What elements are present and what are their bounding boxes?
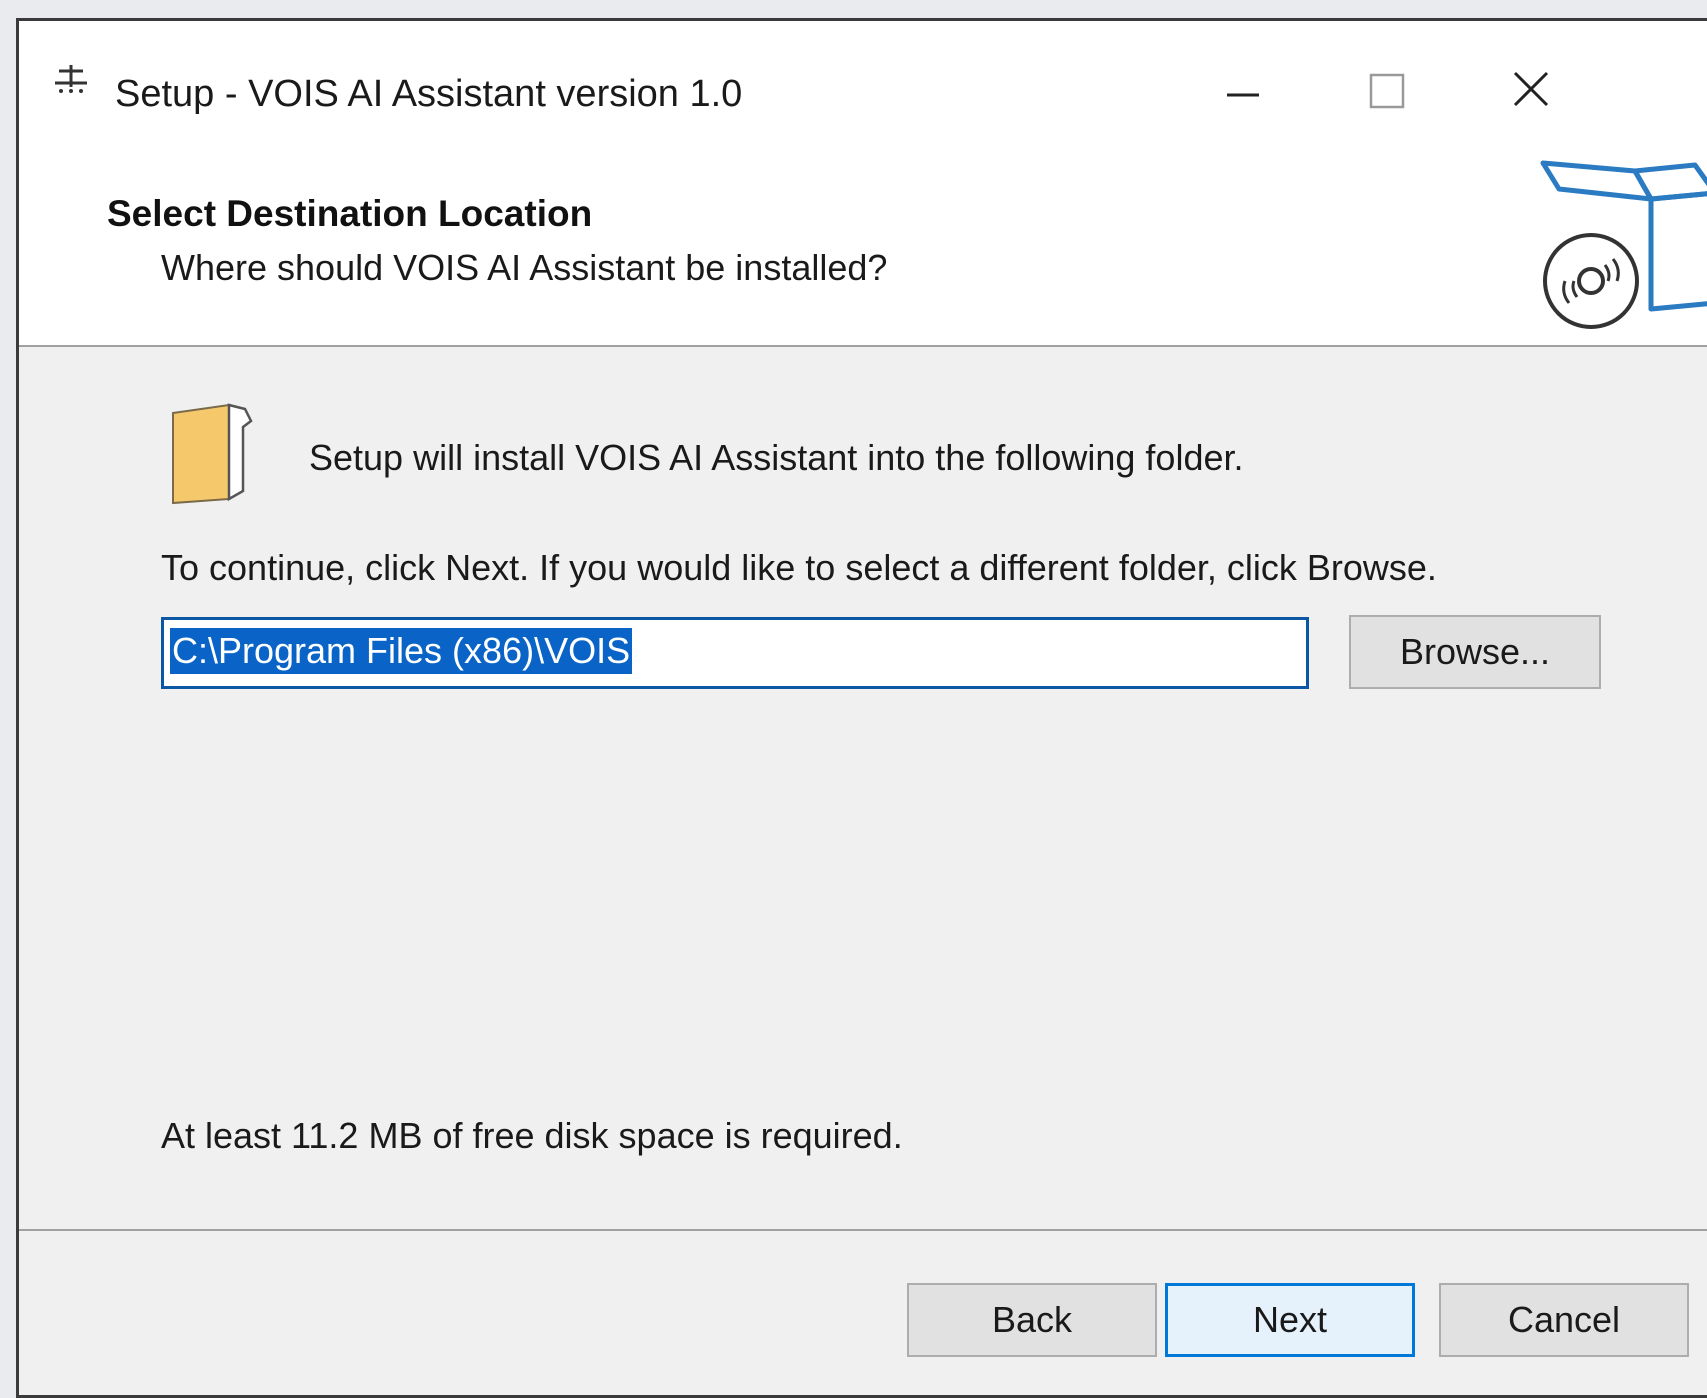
window-title: Setup - VOIS AI Assistant version 1.0 xyxy=(115,73,743,115)
wizard-content: Setup will install VOIS AI Assistant int… xyxy=(19,349,1707,1229)
path-input-value: C:\Program Files (x86)\VOIS xyxy=(170,628,633,674)
close-icon xyxy=(1513,71,1549,107)
instruction-text: To continue, click Next. If you would li… xyxy=(161,547,1437,588)
wizard-header: Select Destination Location Where should… xyxy=(19,133,1707,347)
next-button[interactable]: Next xyxy=(1165,1283,1415,1357)
page-title: Select Destination Location xyxy=(107,193,593,234)
maximize-icon xyxy=(1369,73,1405,109)
destination-path-input[interactable]: C:\Program Files (x86)\VOIS xyxy=(161,617,1309,689)
maximize-button[interactable] xyxy=(1347,61,1427,121)
setup-window: Setup - VOIS AI Assistant version 1.0 Se… xyxy=(16,18,1707,1398)
cancel-button[interactable]: Cancel xyxy=(1439,1283,1689,1357)
setup-app-icon xyxy=(51,61,91,101)
footer-divider xyxy=(19,1229,1707,1231)
title-bar[interactable]: Setup - VOIS AI Assistant version 1.0 xyxy=(19,21,1707,133)
minimize-icon xyxy=(1227,93,1259,97)
box-disc-icon xyxy=(1539,153,1707,331)
install-info-text: Setup will install VOIS AI Assistant int… xyxy=(309,437,1244,478)
disk-space-text: At least 11.2 MB of free disk space is r… xyxy=(161,1115,903,1156)
page-subtitle: Where should VOIS AI Assistant be instal… xyxy=(161,247,888,288)
close-button[interactable] xyxy=(1491,61,1571,121)
back-button[interactable]: Back xyxy=(907,1283,1157,1357)
folder-icon xyxy=(167,399,267,509)
minimize-button[interactable] xyxy=(1203,61,1283,121)
browse-button[interactable]: Browse... xyxy=(1349,615,1601,689)
